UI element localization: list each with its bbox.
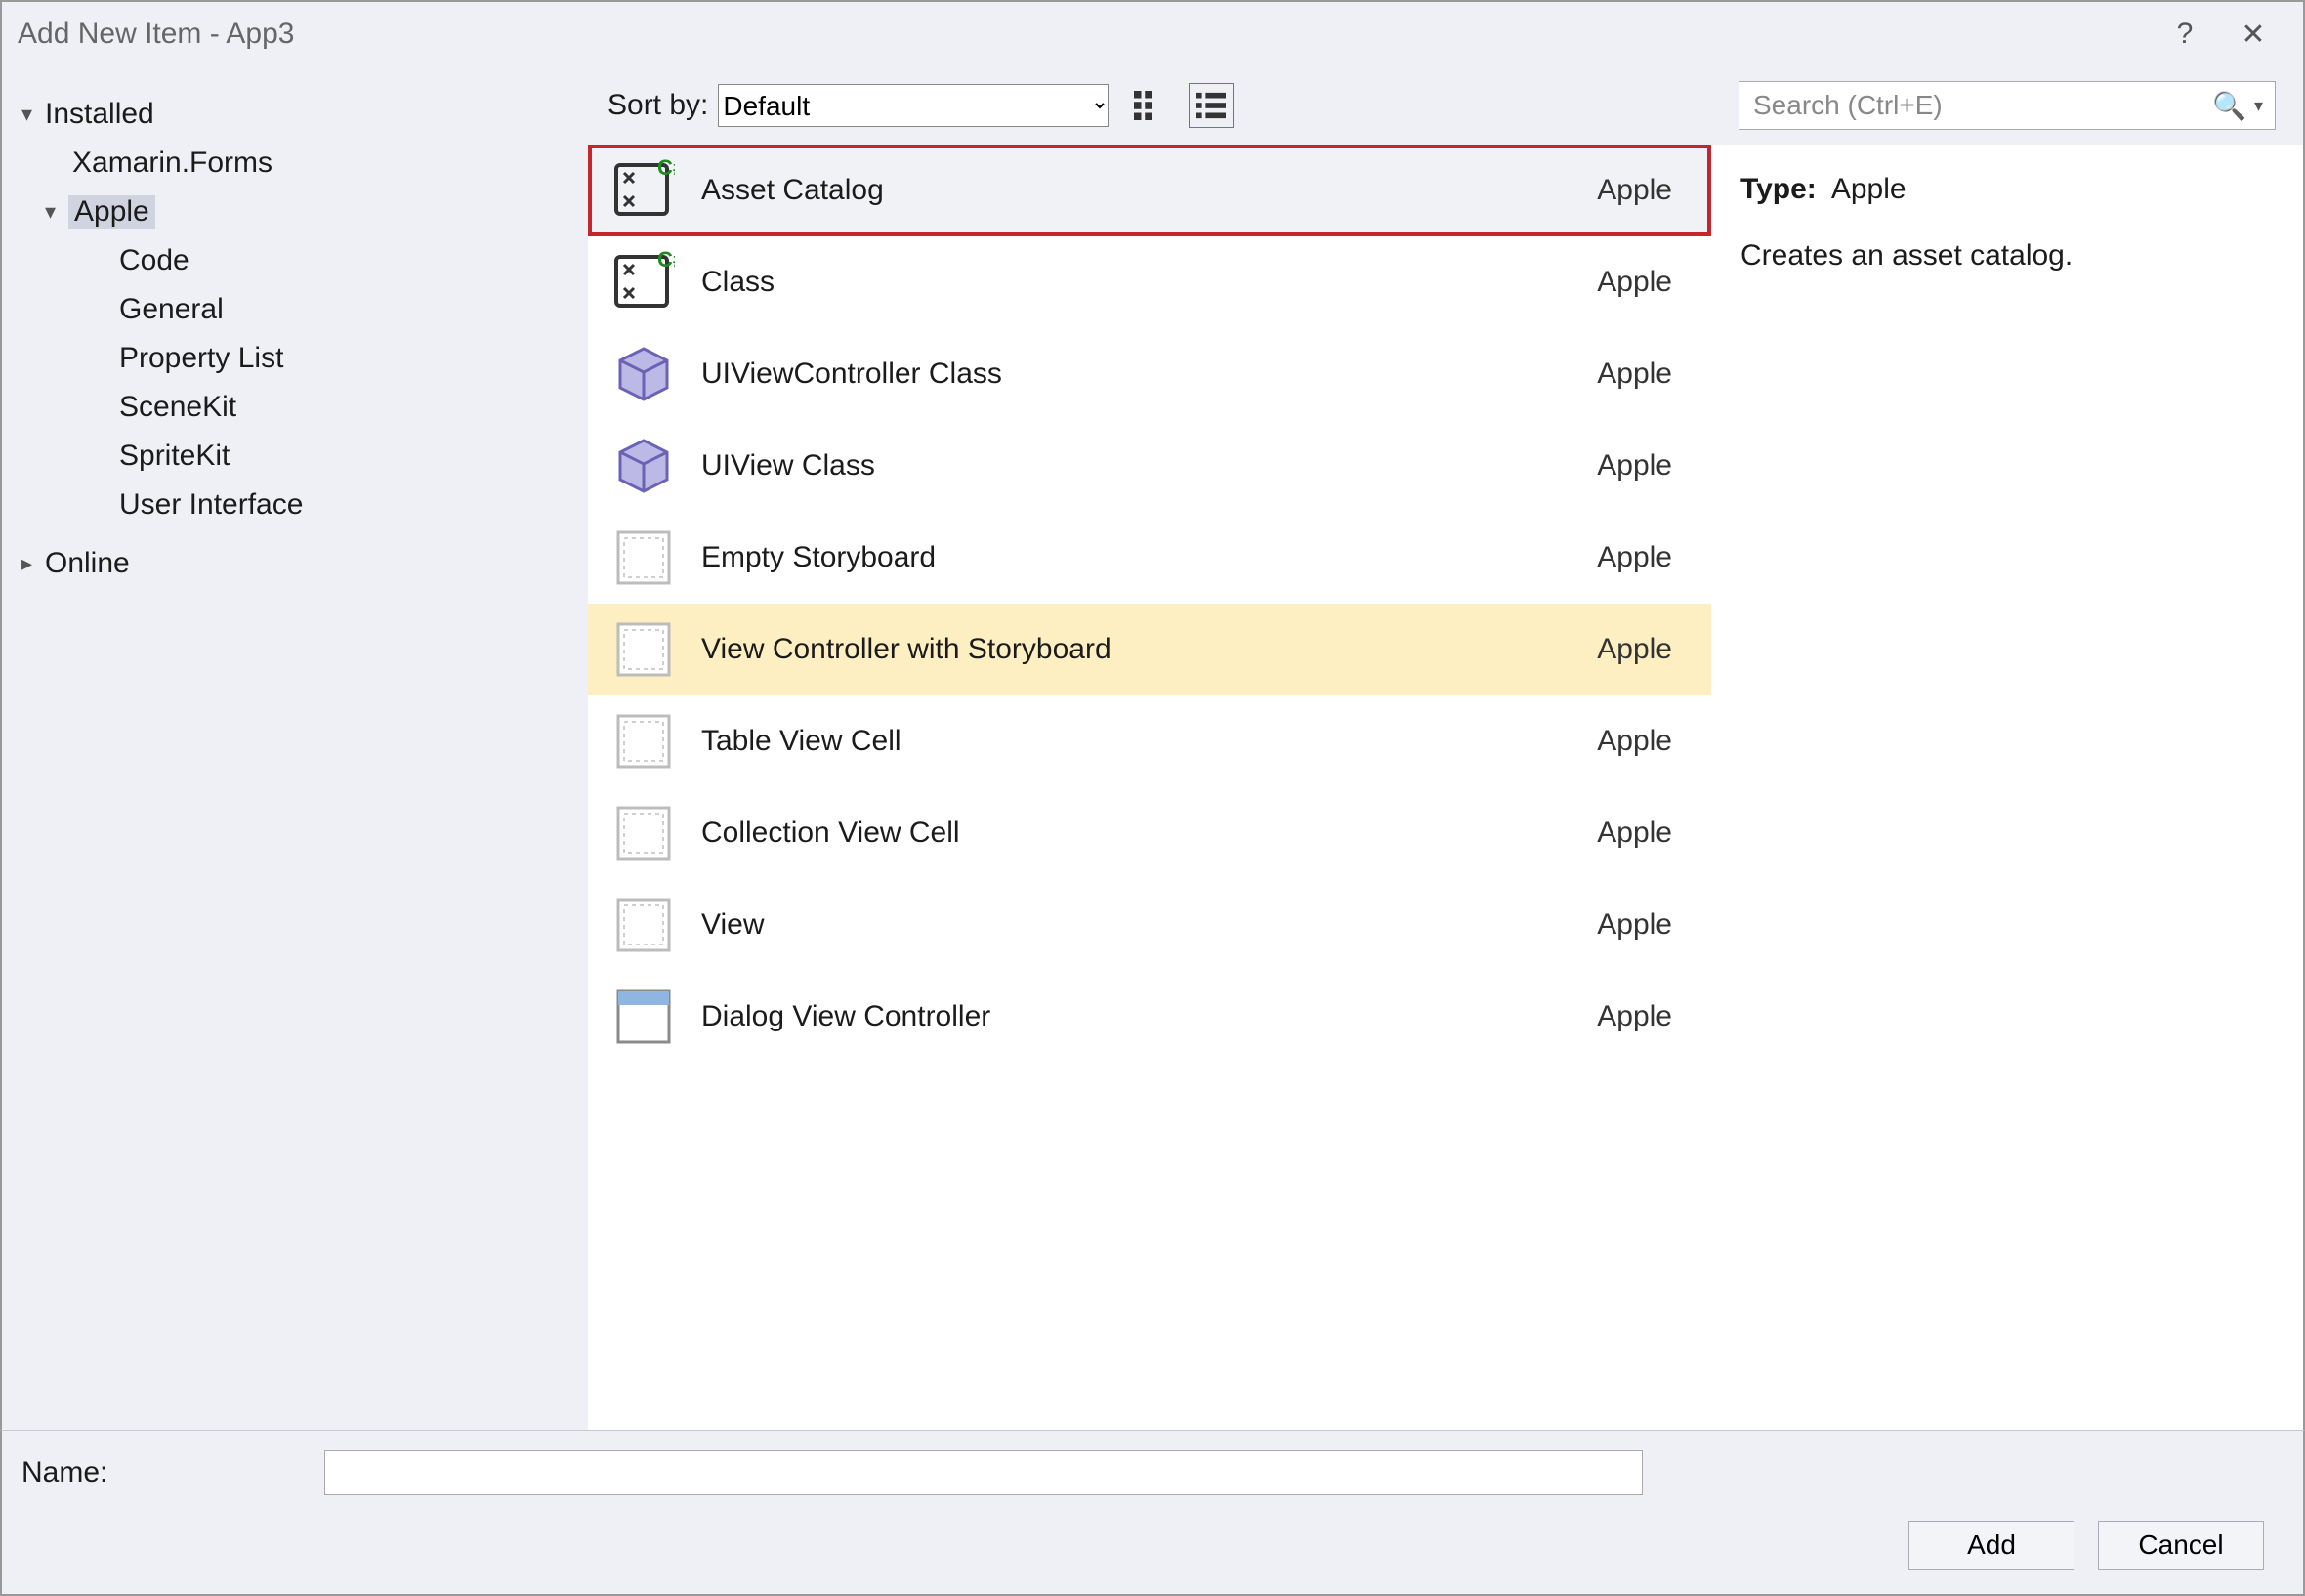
- type-value: Apple: [1831, 173, 1907, 205]
- tiles-icon: [1134, 91, 1163, 120]
- chevron-right-icon: [21, 551, 45, 576]
- chevron-down-icon: [21, 102, 45, 127]
- csharp-icon: [611, 158, 676, 223]
- template-category: Apple: [1597, 266, 1672, 299]
- close-button[interactable]: ✕: [2219, 18, 2287, 52]
- template-category: Apple: [1597, 449, 1672, 483]
- template-toolbar: Sort by: Default: [588, 66, 1711, 145]
- tree-apple-spritekit[interactable]: SpriteKit: [2, 432, 588, 481]
- template-panel: Sort by: Default Asset CatalogAppleClass…: [588, 66, 1711, 1430]
- search-box[interactable]: 🔍 ▾: [1739, 81, 2276, 130]
- chevron-down-icon: [45, 199, 68, 225]
- template-category: Apple: [1597, 817, 1672, 850]
- add-button[interactable]: Add: [1908, 1521, 2074, 1570]
- dialog-icon: [611, 985, 676, 1049]
- template-row[interactable]: UIView ClassApple: [588, 420, 1711, 512]
- description-text: Creates an asset catalog.: [1740, 232, 2274, 279]
- template-name: UIView Class: [701, 449, 1597, 483]
- tree-apple-property-list[interactable]: Property List: [2, 334, 588, 383]
- titlebar: Add New Item - App3 ? ✕: [0, 0, 2305, 66]
- template-list: Asset CatalogAppleClassAppleUIViewContro…: [588, 145, 1711, 1430]
- bottom-bar: Name: Add Cancel: [0, 1430, 2305, 1596]
- template-name: View: [701, 908, 1597, 942]
- template-row[interactable]: Dialog View ControllerApple: [588, 971, 1711, 1063]
- tree-apple-scenekit[interactable]: SceneKit: [2, 383, 588, 432]
- template-category: Apple: [1597, 357, 1672, 391]
- search-input[interactable]: [1751, 89, 2204, 122]
- storyboard-icon: [611, 893, 676, 957]
- cube-icon: [611, 342, 676, 406]
- window-title: Add New Item - App3: [18, 18, 294, 51]
- view-list-button[interactable]: [1189, 83, 1234, 128]
- storyboard-icon: [611, 525, 676, 590]
- template-row[interactable]: UIViewController ClassApple: [588, 328, 1711, 420]
- template-name: Dialog View Controller: [701, 1000, 1597, 1033]
- details-panel: 🔍 ▾ Type: Apple Creates an asset catalog…: [1711, 66, 2303, 1430]
- tree-online[interactable]: Online: [2, 539, 588, 588]
- sort-by-label: Sort by:: [608, 89, 708, 122]
- template-name: Table View Cell: [701, 725, 1597, 758]
- template-row[interactable]: Collection View CellApple: [588, 787, 1711, 879]
- template-category: Apple: [1597, 725, 1672, 758]
- tree-apple[interactable]: Apple: [2, 188, 588, 236]
- template-name: Collection View Cell: [701, 817, 1597, 850]
- tree-installed[interactable]: Installed: [2, 90, 588, 139]
- view-tiles-button[interactable]: [1126, 83, 1171, 128]
- storyboard-icon: [611, 709, 676, 774]
- tree-apple-code[interactable]: Code: [2, 236, 588, 285]
- cube-icon: [611, 434, 676, 498]
- template-row[interactable]: ViewApple: [588, 879, 1711, 971]
- tree-apple-general[interactable]: General: [2, 285, 588, 334]
- template-row[interactable]: Asset CatalogApple: [588, 145, 1711, 236]
- storyboard-icon: [611, 801, 676, 865]
- template-description: Type: Apple Creates an asset catalog.: [1711, 145, 2303, 1430]
- sort-by-select[interactable]: Default: [718, 84, 1109, 127]
- template-category: Apple: [1597, 633, 1672, 666]
- template-name: Empty Storyboard: [701, 541, 1597, 574]
- csharp-icon: [611, 250, 676, 315]
- template-row[interactable]: Empty StoryboardApple: [588, 512, 1711, 604]
- type-label: Type:: [1740, 173, 1817, 205]
- name-label: Name:: [21, 1456, 324, 1490]
- help-button[interactable]: ?: [2151, 18, 2219, 51]
- search-icon[interactable]: 🔍: [2212, 90, 2246, 122]
- template-row[interactable]: ClassApple: [588, 236, 1711, 328]
- template-category: Apple: [1597, 908, 1672, 942]
- template-name: View Controller with Storyboard: [701, 633, 1597, 666]
- tree-apple-user-interface[interactable]: User Interface: [2, 481, 588, 529]
- cancel-button[interactable]: Cancel: [2098, 1521, 2264, 1570]
- template-category: Apple: [1597, 174, 1672, 207]
- sidebar: Installed Xamarin.Forms Apple Code Gener…: [2, 66, 588, 1430]
- template-name: Class: [701, 266, 1597, 299]
- search-dropdown-icon[interactable]: ▾: [2254, 96, 2263, 116]
- template-category: Apple: [1597, 541, 1672, 574]
- list-icon: [1196, 91, 1226, 120]
- tree-label: Installed: [45, 98, 164, 131]
- template-name: Asset Catalog: [701, 174, 1597, 207]
- template-row[interactable]: View Controller with StoryboardApple: [588, 604, 1711, 695]
- template-category: Apple: [1597, 1000, 1672, 1033]
- name-input[interactable]: [324, 1450, 1643, 1495]
- template-name: UIViewController Class: [701, 357, 1597, 391]
- search-bar: 🔍 ▾: [1711, 66, 2303, 145]
- template-row[interactable]: Table View CellApple: [588, 695, 1711, 787]
- tree-xamarin-forms[interactable]: Xamarin.Forms: [2, 139, 588, 188]
- storyboard-icon: [611, 617, 676, 682]
